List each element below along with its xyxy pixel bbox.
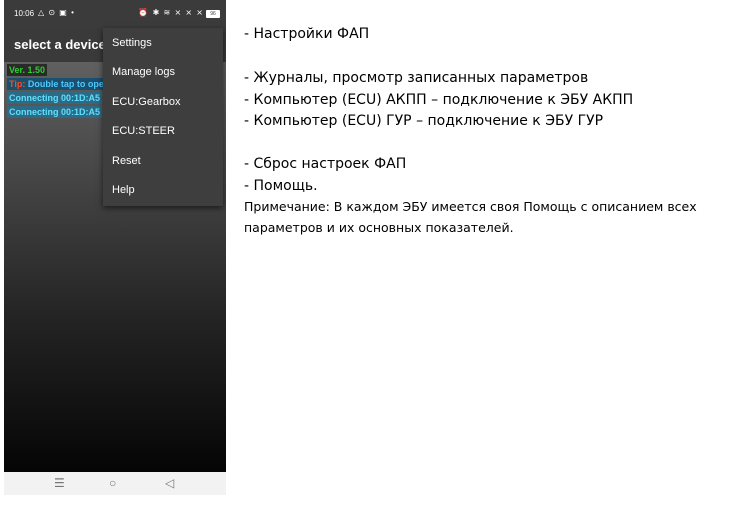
log-connecting-line: Connecting 00:1D:A5 (7, 106, 103, 118)
app-title: select a device t (14, 37, 114, 52)
menu-item-ecu-steer[interactable]: ECU:STEER (103, 117, 223, 146)
navigation-bar: ☰ ○ ◁ (4, 472, 226, 495)
status-time: 10:06 (14, 9, 35, 18)
menu-item-reset[interactable]: Reset (103, 147, 223, 176)
recents-icon[interactable]: ☰ (54, 475, 65, 491)
menu-item-ecu-gearbox[interactable]: ECU:Gearbox (103, 88, 223, 117)
annotation-note: Примечание: В каждом ЭБУ имеется своя По… (244, 199, 697, 235)
menu-item-manage-logs[interactable]: Manage logs (103, 58, 223, 87)
menu-item-settings[interactable]: Settings (103, 29, 223, 58)
notification-icons: △ ⊙ ▣ • (38, 8, 75, 17)
log-tip-line[interactable]: Tip: Double tap to ope (7, 78, 106, 90)
phone-screenshot: 10:06 △ ⊙ ▣ • ⏰ ✱ ≋ ⨯ ⨯ ⨯ 96 select a de… (4, 0, 226, 495)
home-icon[interactable]: ○ (109, 475, 116, 491)
back-icon[interactable]: ◁ (165, 475, 174, 491)
battery-icon: 96 (206, 10, 220, 18)
annotation-help: - Помощь. (244, 178, 318, 194)
tip-body: Double tap to ope (25, 79, 104, 89)
app-screen: 10:06 △ ⊙ ▣ • ⏰ ✱ ≋ ⨯ ⨯ ⨯ 96 select a de… (4, 0, 226, 472)
tip-prefix: Tip: (9, 79, 26, 89)
annotation-reset: - Сброс настроек ФАП (244, 156, 407, 172)
menu-item-help[interactable]: Help (103, 176, 223, 205)
log-version-line: Ver. 1.50 (7, 64, 48, 76)
log-connecting-line: Connecting 00:1D:A5 (7, 92, 103, 104)
annotation-gearbox: - Компьютер (ECU) АКПП – подключение к Э… (244, 92, 634, 108)
annotation-logs: - Журналы, просмотр записанных параметро… (244, 70, 589, 86)
annotation-settings: - Настройки ФАП (244, 26, 370, 42)
annotation-steer: - Компьютер (ECU) ГУР – подключение к ЭБ… (244, 113, 604, 129)
overflow-menu: Settings Manage logs ECU:Gearbox ECU:STE… (103, 28, 223, 206)
system-status-icons: ⏰ ✱ ≋ ⨯ ⨯ ⨯ (138, 8, 204, 17)
status-bar: 10:06 △ ⊙ ▣ • ⏰ ✱ ≋ ⨯ ⨯ ⨯ 96 (4, 0, 226, 28)
